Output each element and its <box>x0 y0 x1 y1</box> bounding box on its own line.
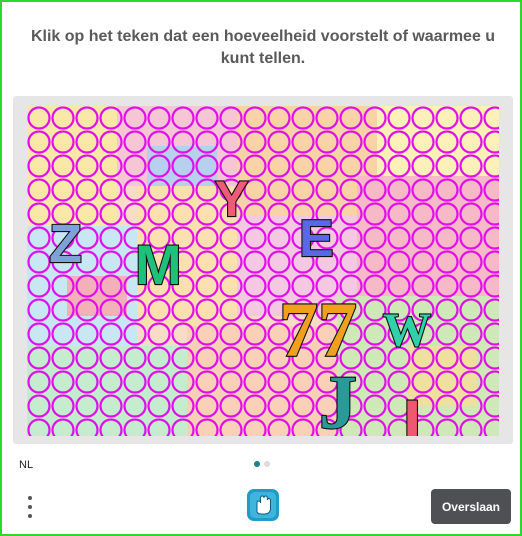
char-y[interactable]: Y <box>214 170 250 228</box>
hcaptcha-hand-icon[interactable] <box>246 488 280 522</box>
challenge-image[interactable]: Z M Y E 77 W J I <box>27 106 499 436</box>
char-i[interactable]: I <box>402 385 423 436</box>
char-j[interactable]: J <box>318 360 358 436</box>
char-w[interactable]: W <box>382 303 432 358</box>
page-indicator <box>254 461 270 467</box>
more-vertical-icon[interactable] <box>20 490 40 524</box>
char-e[interactable]: E <box>298 209 335 269</box>
char-z[interactable]: Z <box>48 213 83 275</box>
page-dot <box>264 461 270 467</box>
char-m[interactable]: M <box>134 232 183 297</box>
skip-button[interactable]: Overslaan <box>431 489 511 524</box>
language-selector[interactable]: NL <box>19 459 33 471</box>
challenge-card: Z M Y E 77 W J I <box>13 96 513 444</box>
challenge-prompt: Klik op het teken dat een hoeveelheid vo… <box>30 28 496 67</box>
captcha-frame: Klik op het teken dat een hoeveelheid vo… <box>0 0 522 536</box>
char-77[interactable]: 77 <box>278 285 358 374</box>
page-dot-active <box>254 461 260 467</box>
